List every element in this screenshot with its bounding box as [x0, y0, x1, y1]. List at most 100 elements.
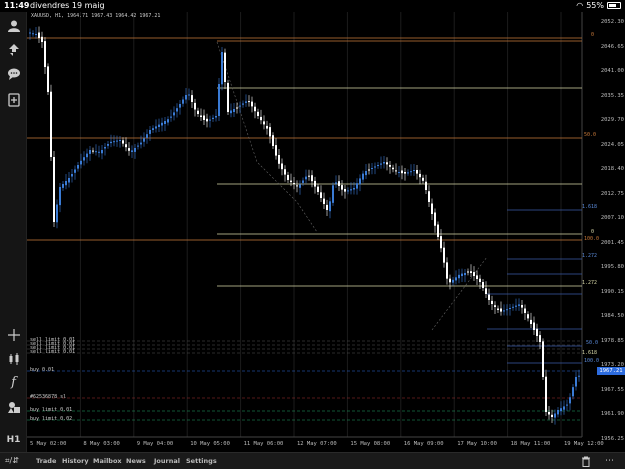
- price-tick-label: 1995.80: [600, 264, 624, 270]
- candle-body: [422, 177, 424, 181]
- price-tick-label: 2001.45: [600, 239, 624, 246]
- fib-label-small-b: 100.0: [584, 357, 600, 364]
- tab-trade[interactable]: Trade: [33, 456, 59, 467]
- order-label: buy limit 0.01: [30, 406, 73, 413]
- time-tick-label: 9 May 04:00: [136, 441, 174, 447]
- candle-body: [476, 275, 478, 279]
- candlestick-type-icon[interactable]: [4, 349, 23, 368]
- order-label: buy 0.01: [30, 366, 55, 373]
- candle-body: [179, 104, 181, 108]
- candle-body: [224, 52, 226, 82]
- arrange-windows-icon[interactable]: ⌗/⇵: [5, 456, 19, 466]
- candle-body: [92, 150, 94, 152]
- grid-lines: [27, 12, 583, 438]
- status-indicators: ◠ 55%: [576, 1, 621, 10]
- candle-body: [113, 141, 115, 143]
- time-tick-label: 18 May 11:00: [510, 441, 551, 447]
- candle-body: [578, 375, 580, 377]
- candle-body: [458, 274, 460, 279]
- fib-label-zero-mid: 0: [591, 228, 595, 235]
- price-tick-label: 1967.55: [600, 386, 624, 393]
- candle-body: [494, 305, 496, 307]
- fib-trend-line: [216, 41, 318, 233]
- candle-body: [215, 116, 217, 118]
- candle-body: [176, 108, 178, 112]
- candle-body: [227, 82, 229, 112]
- candle-body: [566, 404, 568, 406]
- candle-body: [182, 99, 184, 104]
- candle-body: [98, 151, 100, 153]
- candle-body: [428, 191, 430, 202]
- price-tick-label: 2029.70: [600, 117, 624, 123]
- fib-label-small-a: 50.0: [586, 339, 599, 346]
- candle-body: [326, 204, 328, 210]
- candle-body: [482, 282, 484, 288]
- timeframe-button[interactable]: H1: [4, 430, 23, 449]
- candle-body: [410, 171, 412, 173]
- price-tick-label: 1961.90: [600, 411, 624, 417]
- order-label: sell limit 0.01: [30, 348, 76, 355]
- objects-icon[interactable]: [4, 397, 23, 416]
- candle-body: [425, 181, 427, 190]
- candle-body: [530, 319, 532, 324]
- price-tick-label: 2018.40: [600, 166, 624, 172]
- candle-body: [68, 178, 70, 183]
- trash-icon[interactable]: [581, 456, 591, 469]
- candle-body: [29, 32, 31, 34]
- tab-mailbox[interactable]: Mailbox: [90, 456, 125, 467]
- candle-body: [59, 187, 61, 206]
- more-menu-icon[interactable]: ⋯: [605, 456, 614, 466]
- crosshair-icon[interactable]: [4, 325, 23, 344]
- candle-body: [341, 185, 343, 190]
- candle-body: [401, 170, 403, 174]
- candle-body: [329, 201, 331, 212]
- time-tick-label: 5 May 02:00: [30, 441, 67, 447]
- candle-body: [317, 186, 319, 192]
- tab-journal[interactable]: Journal: [151, 456, 183, 467]
- tab-settings[interactable]: Settings: [183, 456, 220, 467]
- candle-body: [416, 170, 418, 174]
- time-tick-label: 8 May 03:00: [83, 441, 120, 447]
- candle-body: [353, 188, 355, 190]
- fib-label-1618: 1.618: [582, 203, 598, 210]
- price-tick-label: 2012.75: [600, 190, 624, 197]
- fib-label-1618-b: 1.618: [582, 349, 598, 356]
- candle-body: [395, 170, 397, 172]
- candle-body: [500, 308, 502, 312]
- candle-body: [203, 115, 205, 120]
- indicators-icon[interactable]: f: [4, 373, 23, 392]
- candle-body: [185, 95, 187, 100]
- tab-news[interactable]: News: [123, 456, 149, 467]
- candle-body: [275, 145, 277, 156]
- chart-canvas[interactable]: [27, 12, 625, 452]
- candle-body: [131, 150, 133, 152]
- candle-body: [152, 128, 154, 130]
- candle-body: [542, 341, 544, 377]
- new-chart-icon[interactable]: [4, 90, 23, 109]
- candle-body: [278, 155, 280, 164]
- candle-body: [236, 107, 238, 109]
- candle-body: [254, 106, 256, 112]
- candle-body: [248, 101, 250, 103]
- candle-body: [446, 262, 448, 279]
- price-tick-label: 2052.30: [600, 19, 624, 25]
- battery-icon: [607, 2, 621, 9]
- candle-body: [440, 236, 442, 249]
- price-chart[interactable]: XAUUSD, H1, 1964.71 1967.43 1964.42 1967…: [27, 12, 625, 452]
- candle-body: [197, 110, 199, 114]
- symbol-info: XAUUSD, H1, 1964.71 1967.43 1964.42 1967…: [31, 13, 161, 19]
- candle-body: [155, 126, 157, 129]
- candle-body: [554, 413, 556, 418]
- candle-body: [218, 84, 220, 116]
- candle-body: [53, 157, 55, 222]
- candle-body: [242, 103, 244, 105]
- current-price-marker: 1967.21: [597, 367, 625, 375]
- candle-body: [50, 91, 52, 157]
- trade-up-down-icon[interactable]: [4, 40, 23, 59]
- fib-trend-line: [431, 256, 488, 331]
- tab-history[interactable]: History: [59, 456, 92, 467]
- candle-body: [95, 151, 97, 153]
- candle-body: [485, 288, 487, 294]
- chat-icon[interactable]: [4, 64, 23, 83]
- account-icon[interactable]: [4, 16, 23, 35]
